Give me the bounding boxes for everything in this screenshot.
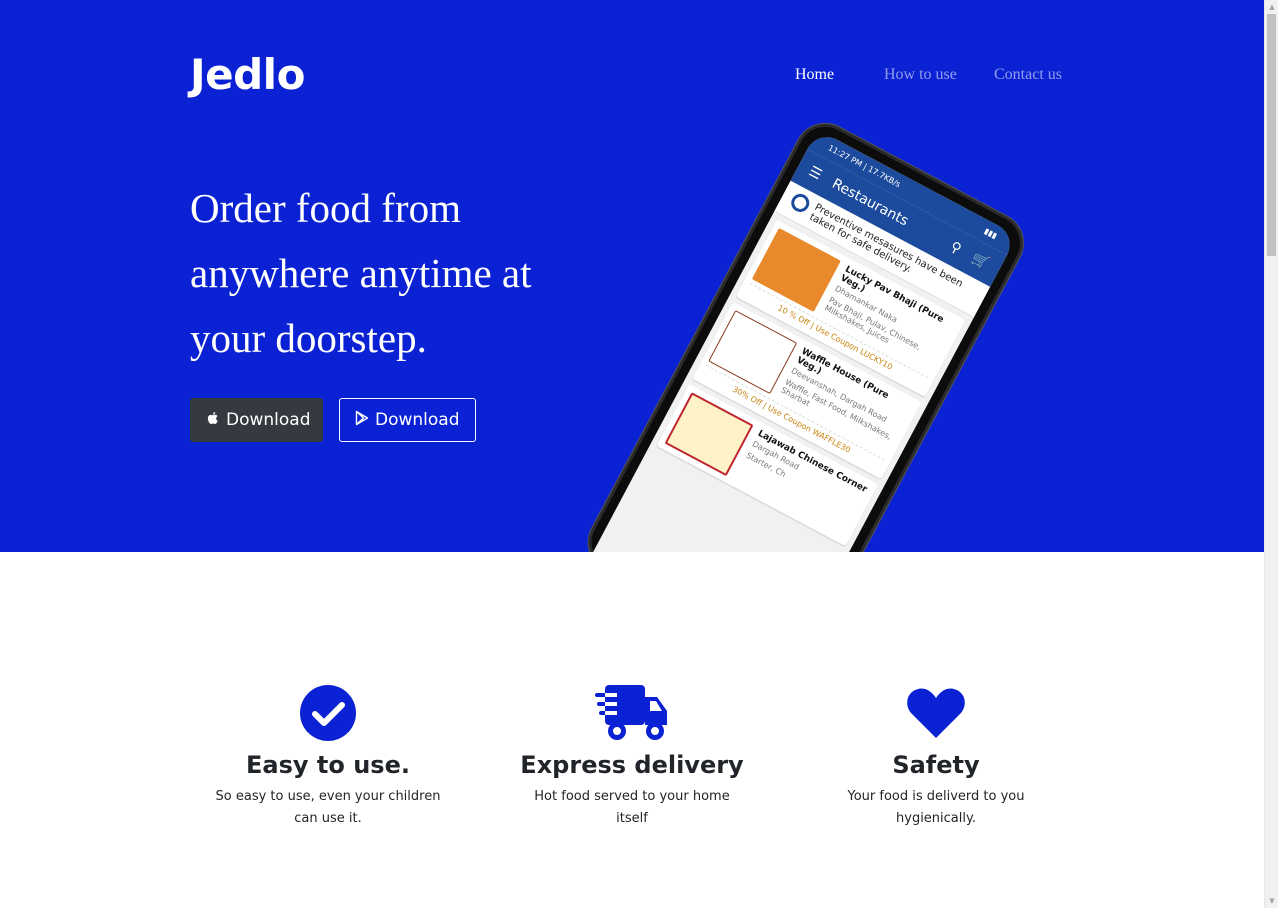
download-android-label: Download [375,410,460,430]
google-play-icon [354,410,370,431]
feature-safety: Safety Your food is deliverd to you hygi… [821,684,1051,830]
hero-headline: Order food from anywhere anytime at your… [190,176,610,371]
cart-icon: 🛒 [968,250,992,273]
page-scrollbar[interactable]: ▲ ▼ [1264,0,1278,908]
scroll-up-arrow-icon[interactable]: ▲ [1265,0,1278,14]
feature-text: Your food is deliverd to you hygienicall… [847,789,1025,826]
main-nav: Home How to use Contact us [0,66,1264,86]
feature-title: Safety [892,751,980,779]
hero-section: Jedlo Home How to use Contact us Order f… [0,0,1264,552]
download-android-button[interactable]: Download [339,398,476,442]
feature-text: Hot food served to your home itself [534,789,730,826]
scrollbar-thumb[interactable] [1267,14,1276,256]
headline-line-2: anywhere anytime at [190,250,532,296]
nav-contact-us[interactable]: Contact us [994,66,1062,84]
features-section: Easy to use. So easy to use, even your c… [0,552,1264,908]
download-ios-label: Download [226,410,311,430]
page: Jedlo Home How to use Contact us Order f… [0,0,1264,908]
feature-text: So easy to use, even your children can u… [215,789,441,826]
signal-icon: ▮▮▮ [982,226,999,241]
headline-line-1: Order food from [190,185,461,231]
app-logo-icon [788,190,813,216]
apple-icon [205,410,221,431]
download-ios-button[interactable]: Download [190,398,323,442]
scroll-down-arrow-icon[interactable]: ▼ [1265,894,1278,908]
phone-screen: 11:27 PM | 17.7KB/s ▮▮▮ ☰ Restaurants ⚲ … [590,129,1018,552]
phone-mockup: 11:27 PM | 17.7KB/s ▮▮▮ ☰ Restaurants ⚲ … [578,113,1034,552]
feature-title: Easy to use. [246,751,410,779]
search-icon: ⚲ [947,238,964,258]
nav-home[interactable]: Home [795,66,834,84]
phone-frame: 11:27 PM | 17.7KB/s ▮▮▮ ☰ Restaurants ⚲ … [578,113,1034,552]
headline-line-3: your doorstep. [190,315,427,361]
heart-icon [906,686,966,744]
check-circle-icon [299,684,357,746]
feature-express-delivery: Express delivery Hot food served to your… [517,684,747,830]
feature-title: Express delivery [520,751,744,779]
nav-how-to-use[interactable]: How to use [884,66,957,84]
feature-easy-to-use: Easy to use. So easy to use, even your c… [213,684,443,830]
delivery-truck-icon [595,683,669,747]
menu-icon: ☰ [805,163,825,184]
